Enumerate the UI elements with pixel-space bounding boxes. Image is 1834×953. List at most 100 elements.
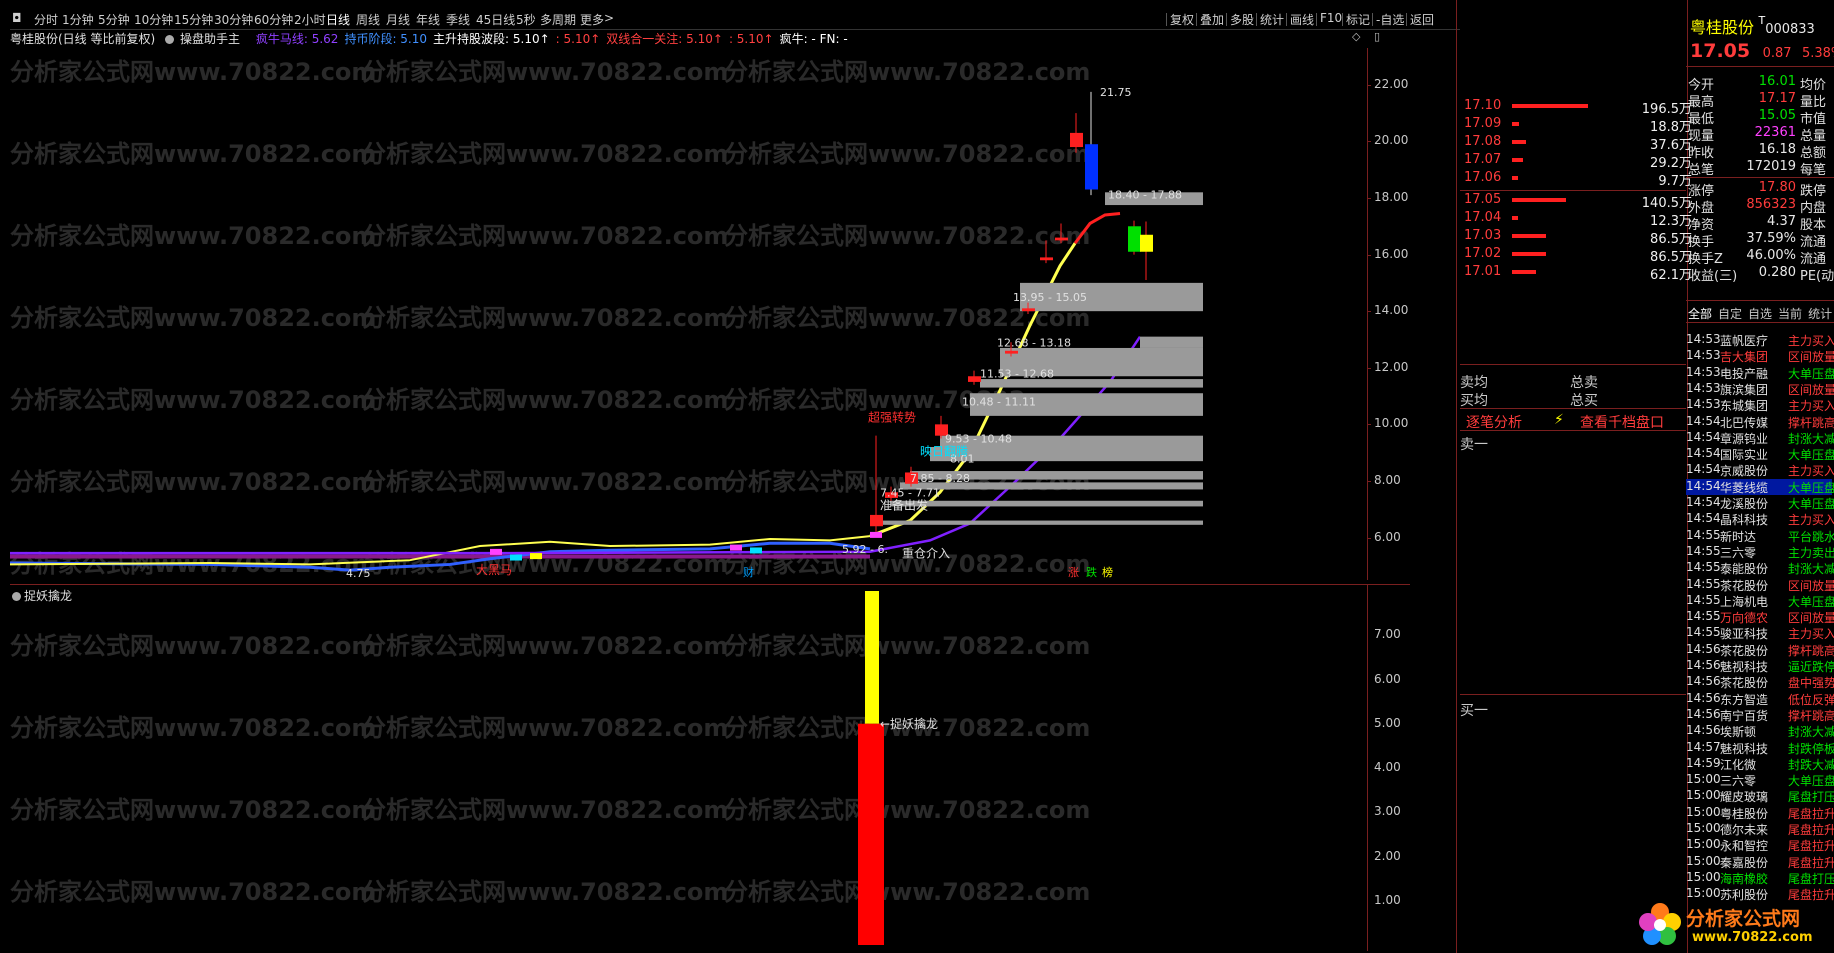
ticker-row[interactable]: 14:54 京威股份 主力买入 — [1686, 462, 1834, 478]
candle-body-7 — [1005, 350, 1018, 354]
list-tab-1[interactable]: 自定 — [1718, 307, 1742, 321]
period-tab-12[interactable]: 季线 — [446, 11, 470, 28]
asks-row[interactable]: 17.06 9.7万 — [1464, 170, 1692, 189]
ticker-row[interactable]: 14:55 泰能股份 封涨大减 — [1686, 560, 1834, 576]
asks-volume-bar — [1512, 104, 1588, 108]
bids-row[interactable]: 17.01 62.1万 — [1464, 264, 1692, 283]
ticker-row[interactable]: 14:55 茶花股份 区间放量 — [1686, 577, 1834, 593]
main-kline-panel[interactable]: 21.75 18.40 - 17.88 13.95 - 15.05 12.68 - 1… — [9, 48, 1410, 580]
ticker-stock: 耀皮玻璃 — [1720, 790, 1769, 805]
ticker-row[interactable]: 15:00 耀皮玻璃 尾盘打压 — [1686, 788, 1834, 805]
tool-button-3[interactable]: 统计 — [1260, 11, 1284, 28]
ticker-time: 15:00 — [1686, 821, 1721, 835]
sub-indicator-panel[interactable]: 捉妖擒龙 ←捉妖擒龙 7.00 6.00 5.00 4.00 3.00 2.00 1.00 — [10, 584, 1410, 951]
ticker-row[interactable]: 15:00 海南橡胶 尾盘打压 — [1686, 870, 1834, 886]
window-icon[interactable]: ▯ — [1374, 30, 1380, 43]
period-tab-15[interactable]: 多周期 — [540, 11, 576, 28]
thousand-depth-link[interactable]: 查看千档盘口 — [1580, 412, 1664, 432]
tool-button-4[interactable]: 画线 — [1290, 11, 1314, 28]
ticker-row[interactable]: 14:56 魅视科技 逼近跌停 — [1686, 658, 1834, 674]
tool-button-1[interactable]: 叠加 — [1200, 11, 1224, 28]
list-tab-2[interactable]: 自选 — [1748, 307, 1772, 321]
ticker-row[interactable]: 14:55 新时达 平台跳水 — [1686, 528, 1834, 544]
period-tab-5[interactable]: 30分钟 — [214, 11, 253, 28]
panel-toggle-icon[interactable]: ◘ — [12, 11, 22, 25]
ticker-row[interactable]: 15:00 秦嘉股份 尾盘拉升 — [1686, 854, 1834, 870]
tool-button-2[interactable]: 多股 — [1230, 11, 1254, 28]
period-tab-16[interactable]: 更多 — [580, 11, 604, 28]
price-change: 0.87 — [1762, 46, 1792, 61]
ticker-row[interactable]: 14:54 龙溪股份 大单压盘 — [1686, 495, 1834, 511]
ticker-signal: 大单压盘 — [1788, 497, 1834, 511]
tool-button-7[interactable]: -自选 — [1376, 11, 1404, 28]
asks-row[interactable]: 17.10 196.5万 — [1464, 98, 1692, 117]
asks-row[interactable]: 17.09 18.8万 — [1464, 116, 1692, 135]
ticker-row[interactable]: 14:53 吉大集团 区间放量 — [1686, 348, 1834, 364]
bids-row[interactable]: 17.05 140.5万 — [1464, 192, 1692, 211]
period-tab-8[interactable]: 日线 — [326, 11, 350, 28]
ticker-row[interactable]: 14:53 旗滨集团 区间放量 — [1686, 381, 1834, 397]
ticker-row[interactable]: 14:54 华菱线缆 大单压盘 — [1686, 478, 1834, 495]
period-tab-9[interactable]: 周线 — [356, 11, 380, 28]
ticker-row[interactable]: 14:55 三六零 主力卖出 — [1686, 544, 1834, 560]
period-tab-13[interactable]: 45日线 — [476, 11, 515, 28]
diamond-icon[interactable]: ◇ — [1352, 30, 1360, 43]
stock-code: 000833 — [1765, 22, 1815, 37]
formula-toggle[interactable]: 操盘助手主 — [165, 32, 246, 46]
more-arrow-icon[interactable]: > — [604, 11, 614, 25]
ticker-row[interactable]: 14:59 江化微 封跌大减 — [1686, 756, 1834, 772]
period-tab-14[interactable]: 5秒 — [516, 11, 536, 28]
stock-name-row: 粤桂股份 T000833 — [1690, 14, 1815, 37]
period-tab-3[interactable]: 10分钟 — [134, 11, 173, 28]
tool-button-6[interactable]: 标记 — [1346, 11, 1370, 28]
period-tab-7[interactable]: 2小时 — [294, 11, 326, 28]
list-tab-3[interactable]: 当前 — [1778, 307, 1802, 321]
list-tab-4[interactable]: 统计 — [1808, 307, 1832, 321]
ticker-row[interactable]: 14:53 蓝帆医疗 主力买入 — [1686, 332, 1834, 348]
period-tab-1[interactable]: 1分钟 — [62, 11, 94, 28]
ticker-row[interactable]: 14:56 茶花股份 盘中强势 — [1686, 674, 1834, 690]
ticker-row[interactable]: 14:56 东方智造 低位反弹 — [1686, 691, 1834, 707]
ticker-stock: 骏亚科技 — [1720, 627, 1769, 642]
ticker-row[interactable]: 15:00 三六零 大单压盘 — [1686, 772, 1834, 788]
asks-price: 17.08 — [1464, 134, 1502, 149]
ticker-row[interactable]: 14:53 电投产融 大单压盘 — [1686, 365, 1834, 381]
range-label-7: 7.85 - 8.28 — [910, 472, 970, 485]
period-tab-2[interactable]: 5分钟 — [98, 11, 130, 28]
bids-row[interactable]: 17.03 86.5万 — [1464, 228, 1692, 247]
ticker-stock: 东城集团 — [1720, 399, 1769, 414]
ticker-row[interactable]: 14:54 国际实业 大单压盘 — [1686, 446, 1834, 462]
ticker-row[interactable]: 14:57 魅视科技 封跌停板 — [1686, 740, 1834, 756]
ticker-row[interactable]: 14:53 东城集团 主力买入 — [1686, 397, 1834, 414]
ticker-row[interactable]: 14:54 晶科科技 主力买入 — [1686, 511, 1834, 527]
ticker-row[interactable]: 14:54 章源钨业 封涨大减 — [1686, 430, 1834, 446]
tool-button-8[interactable]: 返回 — [1410, 11, 1434, 28]
bids-row[interactable]: 17.04 12.3万 — [1464, 210, 1692, 229]
list-tab-0[interactable]: 全部 — [1688, 307, 1712, 321]
asks-row[interactable]: 17.08 37.6万 — [1464, 134, 1692, 153]
ticker-row[interactable]: 14:56 埃斯顿 封涨大减 — [1686, 723, 1834, 739]
ticker-row[interactable]: 15:00 永和智控 尾盘拉升 — [1686, 837, 1834, 853]
bids-row[interactable]: 17.02 86.5万 — [1464, 246, 1692, 265]
sub-indicator-title[interactable]: 捉妖擒龙 — [12, 587, 72, 604]
ticker-row[interactable]: 14:56 茶花股份 撑杆跳高 — [1686, 642, 1834, 658]
tool-button-0[interactable]: 复权 — [1170, 11, 1194, 28]
period-tab-10[interactable]: 月线 — [386, 11, 410, 28]
ticker-row[interactable]: 14:54 北巴传媒 撑杆跳高 — [1686, 414, 1834, 430]
period-tab-11[interactable]: 年线 — [416, 11, 440, 28]
tick-analysis-link[interactable]: 逐笔分析 — [1466, 415, 1522, 431]
period-tab-6[interactable]: 60分钟 — [254, 11, 293, 28]
ticker-row[interactable]: 14:55 万向德农 区间放量 — [1686, 609, 1834, 625]
ticker-row[interactable]: 14:55 上海机电 大单压盘 — [1686, 593, 1834, 609]
stat-value: 856323 — [1746, 197, 1796, 212]
ticker-row[interactable]: 15:00 粤桂股份 尾盘拉升 — [1686, 805, 1834, 821]
period-tab-4[interactable]: 15分钟 — [174, 11, 213, 28]
ticker-row[interactable]: 14:56 南宁百货 撑杆跳高 — [1686, 707, 1834, 723]
asks-row[interactable]: 17.07 29.2万 — [1464, 152, 1692, 171]
period-tab-0[interactable]: 分时 — [34, 11, 58, 28]
stat-row: 现量 22361 总量 — [1688, 125, 1834, 144]
ticker-row[interactable]: 15:00 德尔未来 尾盘拉升 — [1686, 821, 1834, 837]
ticker-row[interactable]: 14:55 骏亚科技 主力买入 — [1686, 625, 1834, 642]
ticker-time: 15:00 — [1686, 772, 1721, 787]
tool-button-5[interactable]: F10 — [1320, 11, 1342, 25]
